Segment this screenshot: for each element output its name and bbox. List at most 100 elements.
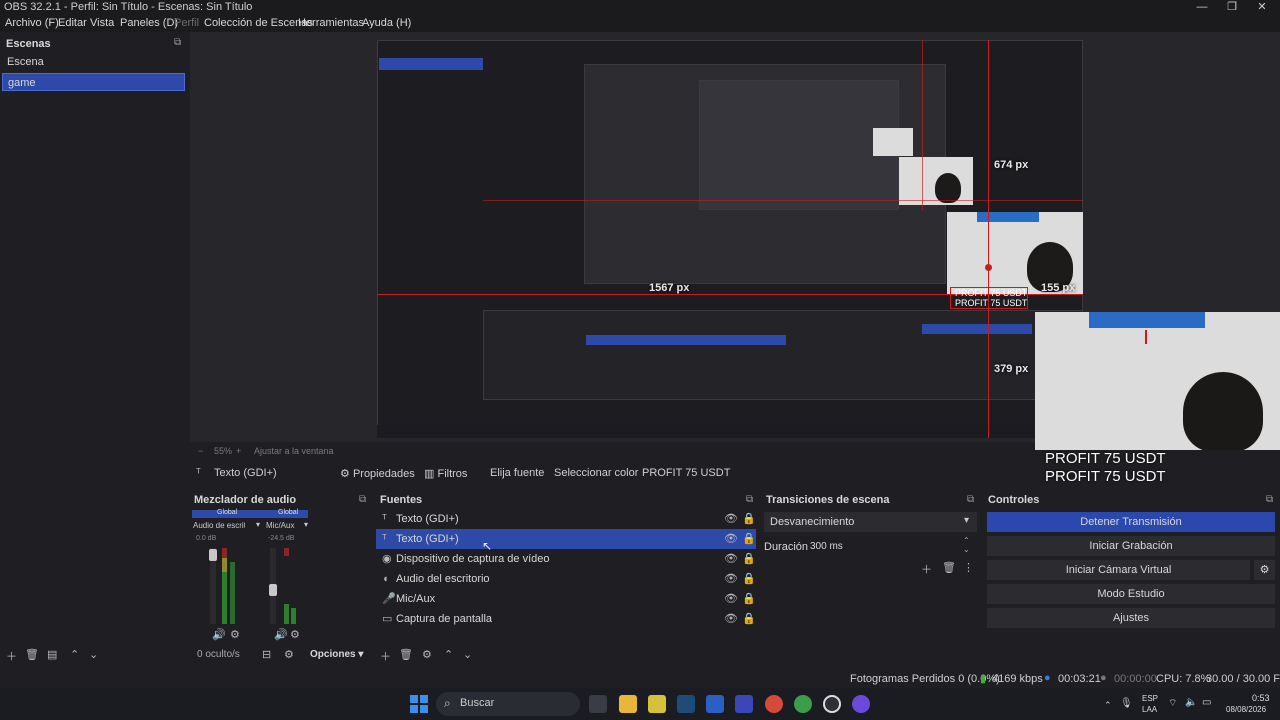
- minimize-button[interactable]: —: [1188, 0, 1216, 16]
- preview-canvas[interactable]: 674 px 1567 px 155 px 379 px PROFIT 75 U…: [377, 40, 1083, 438]
- menu-vista[interactable]: Vista: [90, 17, 114, 29]
- app-icon[interactable]: [735, 695, 753, 713]
- channel-dropdown-icon[interactable]: ▾: [256, 520, 260, 529]
- lock-icon[interactable]: 🔒: [742, 509, 756, 529]
- volume-slider-desktop[interactable]: [209, 549, 217, 561]
- lang-primary[interactable]: ESP: [1142, 694, 1158, 703]
- app-icon[interactable]: [852, 695, 870, 713]
- obs-icon[interactable]: [823, 695, 841, 713]
- zoom-plus-icon[interactable]: +: [236, 446, 241, 456]
- remove-scene-icon[interactable]: 🗑: [25, 648, 39, 661]
- mixer-options-button[interactable]: Opciones ▾: [310, 649, 363, 660]
- word-icon[interactable]: [706, 695, 724, 713]
- text-value-field[interactable]: PROFIT 75 USDT: [642, 467, 730, 481]
- profit-text-1[interactable]: PROFIT 75 USDT: [1045, 450, 1166, 467]
- menu-coleccion-escenas[interactable]: Colección de Escenas: [204, 17, 313, 29]
- close-button[interactable]: ✕: [1248, 0, 1276, 16]
- undock-icon[interactable]: ⧉: [746, 494, 753, 505]
- move-scene-down-icon[interactable]: ⌄: [89, 648, 98, 661]
- task-view-icon[interactable]: [589, 695, 607, 713]
- stepper-up-icon[interactable]: ⌃: [963, 536, 970, 545]
- file-explorer-icon[interactable]: [619, 695, 637, 713]
- properties-button[interactable]: ⚙ Propiedades: [340, 467, 415, 481]
- menu-paneles[interactable]: Paneles (D): [120, 17, 178, 29]
- settings-button[interactable]: Ajustes: [987, 608, 1275, 628]
- duration-spinbox[interactable]: 300 ms ⌃ ⌄: [808, 536, 976, 557]
- filters-button[interactable]: ▥ Filtros: [424, 467, 467, 481]
- pick-source-button[interactable]: Elija fuente: [490, 467, 544, 481]
- zoom-minus-icon[interactable]: −: [198, 446, 203, 456]
- channel-dropdown-icon[interactable]: ▾: [304, 520, 308, 529]
- volume-icon[interactable]: 🔈: [1185, 697, 1197, 708]
- eye-icon[interactable]: 👁: [724, 609, 738, 629]
- lock-icon[interactable]: 🔒: [742, 549, 756, 569]
- eye-icon[interactable]: 👁: [724, 569, 738, 589]
- mixer-layout-icon[interactable]: ⊟: [262, 648, 271, 661]
- start-recording-button[interactable]: Iniciar Grabación: [987, 536, 1275, 556]
- menu-herramientas[interactable]: Herramientas: [298, 17, 364, 29]
- lang-secondary[interactable]: LAA: [1142, 705, 1157, 714]
- stop-stream-button[interactable]: Detener Transmisión: [987, 512, 1275, 532]
- undock-icon[interactable]: ⧉: [359, 494, 366, 505]
- chrome-profile-icon[interactable]: [794, 695, 812, 713]
- wifi-icon[interactable]: ⌔: [1168, 697, 1177, 710]
- source-item[interactable]: ▭ Captura de pantalla 👁 🔒: [376, 609, 756, 629]
- gear-icon[interactable]: ⚙: [290, 628, 300, 641]
- menu-archivo[interactable]: Archivo (F): [5, 17, 59, 29]
- tray-chevron-icon[interactable]: ⌃: [1104, 700, 1112, 711]
- profit-text-2[interactable]: PROFIT 75 USDT: [1045, 468, 1166, 485]
- move-source-up-icon[interactable]: ⌃: [444, 648, 453, 661]
- lock-icon[interactable]: 🔒: [742, 609, 756, 629]
- gear-icon[interactable]: ⚙: [284, 648, 294, 661]
- remove-source-icon[interactable]: 🗑: [399, 648, 413, 661]
- menu-perfil[interactable]: Perfil: [174, 17, 199, 29]
- source-item[interactable]: ᵀ Texto (GDI+) 👁 🔒: [376, 509, 756, 529]
- undock-icon[interactable]: ⧉: [967, 494, 974, 505]
- pick-color-button[interactable]: Seleccionar color: [554, 467, 638, 481]
- undock-icon[interactable]: ⧉: [1266, 494, 1273, 505]
- move-source-down-icon[interactable]: ⌄: [463, 648, 472, 661]
- windows-start-icon[interactable]: [410, 695, 428, 713]
- gear-icon[interactable]: ⚙: [230, 628, 240, 641]
- lock-icon[interactable]: 🔒: [742, 569, 756, 589]
- eye-icon[interactable]: 👁: [724, 529, 738, 549]
- maximize-button[interactable]: ❐: [1218, 0, 1246, 16]
- steam-icon[interactable]: [677, 695, 695, 713]
- guide-handle[interactable]: [985, 264, 992, 271]
- scene-item-escena[interactable]: Escena: [2, 53, 185, 71]
- source-item[interactable]: ᵀ Texto (GDI+) 👁 🔒: [376, 529, 756, 549]
- scene-item-game[interactable]: game: [2, 73, 185, 91]
- transition-select[interactable]: Desvanecimiento ▾: [764, 512, 977, 532]
- source-item[interactable]: 🎤 Mic/Aux 👁 🔒: [376, 589, 756, 609]
- remove-transition-icon[interactable]: 🗑: [942, 561, 956, 574]
- fit-window-label[interactable]: Ajustar a la ventana: [254, 446, 334, 456]
- lock-icon[interactable]: 🔒: [742, 589, 756, 609]
- speaker-icon[interactable]: 🔊: [274, 628, 288, 641]
- studio-mode-button[interactable]: Modo Estudio: [987, 584, 1275, 604]
- source-item[interactable]: ◉ Dispositivo de captura de vídeo 👁 🔒: [376, 549, 756, 569]
- start-virtual-cam-button[interactable]: Iniciar Cámara Virtual: [987, 560, 1250, 580]
- speaker-icon[interactable]: 🔊: [212, 628, 226, 641]
- clock-time[interactable]: 0:53: [1252, 693, 1270, 703]
- clock-date[interactable]: 08/08/2026: [1226, 705, 1266, 714]
- menu-ayuda[interactable]: Ayuda (H): [362, 17, 411, 29]
- add-transition-icon[interactable]: ＋: [921, 561, 932, 577]
- eye-icon[interactable]: 👁: [724, 509, 738, 529]
- more-options-icon[interactable]: ⋮: [963, 561, 974, 574]
- undock-icon[interactable]: ⧉: [174, 37, 181, 48]
- source-item[interactable]: ◖ Audio del escritorio 👁 🔒: [376, 569, 756, 589]
- eye-icon[interactable]: 👁: [724, 589, 738, 609]
- battery-icon[interactable]: ▭: [1202, 697, 1211, 708]
- lock-icon[interactable]: 🔒: [742, 529, 756, 549]
- webcam-source[interactable]: [1035, 312, 1280, 450]
- chrome-icon[interactable]: [765, 695, 783, 713]
- menu-editar[interactable]: Editar: [58, 17, 87, 29]
- eye-icon[interactable]: 👁: [724, 549, 738, 569]
- gear-icon[interactable]: ⚙: [422, 648, 432, 661]
- scene-filters-icon[interactable]: ▤: [47, 648, 57, 661]
- virtual-cam-settings-button[interactable]: ⚙: [1254, 560, 1275, 580]
- notepad-icon[interactable]: [648, 695, 666, 713]
- add-source-icon[interactable]: ＋: [380, 648, 391, 664]
- microphone-icon[interactable]: 🎙: [1120, 698, 1133, 709]
- volume-slider-mic[interactable]: [269, 584, 277, 596]
